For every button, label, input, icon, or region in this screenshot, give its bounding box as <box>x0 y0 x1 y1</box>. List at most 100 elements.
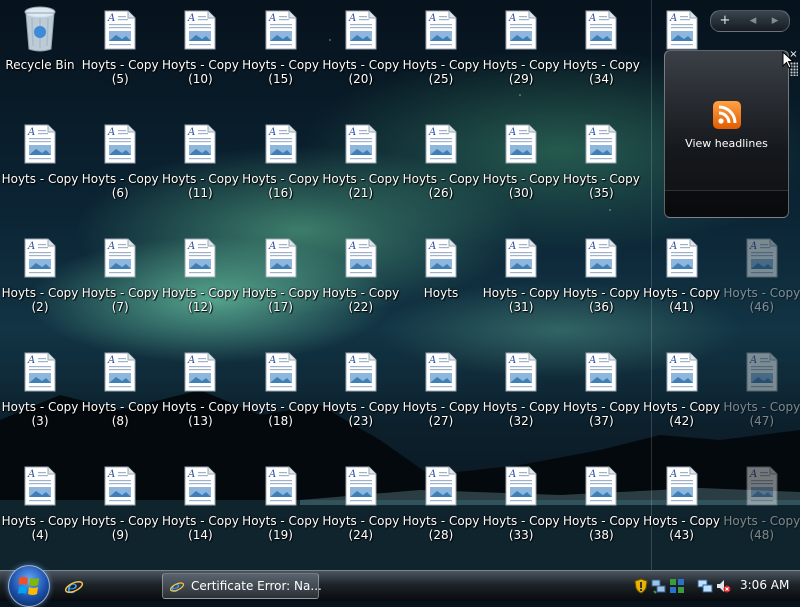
desktop-file-icon[interactable]: A Hoyts - Copy (10) <box>161 4 239 86</box>
desktop-file-icon[interactable]: A Hoyts - Copy (12) <box>161 232 239 314</box>
taskbar-button-certificate-error[interactable]: e Certificate Error: Na... <box>162 573 322 599</box>
file-name-line: Hoyts - Copy <box>81 286 159 300</box>
desktop-file-icon[interactable]: A Hoyts - Copy (27) <box>402 346 480 428</box>
desktop-file-icon[interactable]: A Hoyts - Copy (47) <box>723 346 800 428</box>
desktop-file-icon[interactable]: A Hoyts - Copy (28) <box>402 460 480 542</box>
desktop-file-icon[interactable]: A Hoyts - Copy (14) <box>161 460 239 542</box>
desktop-file-label: Hoyts - Copy <box>1 172 79 186</box>
svg-text:A: A <box>428 127 436 138</box>
file-name-line: Hoyts - Copy <box>242 514 319 528</box>
document-file-icon: A <box>425 352 457 392</box>
previous-gadget-page-button[interactable]: ◂ <box>741 12 765 30</box>
desktop-file-icon[interactable]: A Hoyts - Copy (36) <box>562 232 640 314</box>
start-button[interactable] <box>8 565 50 607</box>
document-file-icon: A <box>746 352 778 392</box>
file-name-line: Hoyts - Copy <box>482 514 560 528</box>
desktop-file-icon[interactable]: A Hoyts - Copy (19) <box>242 460 320 542</box>
svg-text:A: A <box>588 13 596 24</box>
recycle-bin[interactable]: Recycle Bin <box>1 4 79 84</box>
desktop-file-icon[interactable]: A Hoyts - Copy (32) <box>482 346 560 428</box>
add-gadget-button[interactable]: + <box>713 12 737 30</box>
file-name-line: Hoyts - Copy <box>161 58 239 72</box>
desktop-file-icon[interactable]: A Hoyts - Copy (31) <box>482 232 560 314</box>
document-file-icon: A <box>585 238 617 278</box>
document-file-icon: A <box>345 466 377 506</box>
desktop-file-icon[interactable]: A Hoyts - Copy (33) <box>482 460 560 542</box>
desktop-file-label: Hoyts - Copy (24) <box>322 514 400 542</box>
desktop-file-icon[interactable]: A Hoyts - Copy (23) <box>322 346 400 428</box>
recycle-bin-icon <box>24 6 56 52</box>
document-file-icon: A <box>184 352 216 392</box>
desktop-file-label: Hoyts - Copy (26) <box>402 172 480 200</box>
file-copy-number: (20) <box>348 72 374 86</box>
desktop-file-icon[interactable]: A Hoyts - Copy (43) <box>643 460 721 542</box>
system-clock[interactable]: 3:06 AM <box>740 578 789 592</box>
desktop-file-icon[interactable]: A Hoyts - Copy (34) <box>562 4 640 86</box>
desktop-file-icon[interactable]: A Hoyts - Copy (11) <box>161 118 239 200</box>
desktop-file-icon[interactable]: A Hoyts - Copy (25) <box>402 4 480 86</box>
svg-text:A: A <box>107 127 115 138</box>
desktop-file-icon[interactable]: A Hoyts - Copy (17) <box>242 232 320 314</box>
svg-text:A: A <box>428 241 436 252</box>
file-copy-number: (13) <box>188 414 213 428</box>
desktop-file-icon[interactable]: A Hoyts - Copy (26) <box>402 118 480 200</box>
desktop-file-icon[interactable]: A Hoyts - Copy (7) <box>81 232 159 314</box>
svg-text:A: A <box>27 469 35 480</box>
desktop-file-icon[interactable]: A Hoyts - Copy <box>1 118 79 198</box>
desktop-file-icon[interactable]: A Hoyts - Copy (48) <box>723 460 800 542</box>
desktop-file-icon[interactable]: A Hoyts - Copy (4) <box>1 460 79 542</box>
next-gadget-page-button[interactable]: ▸ <box>763 12 787 30</box>
recycle-bin-label: Recycle Bin <box>5 58 75 72</box>
svg-text:A: A <box>187 13 195 24</box>
svg-text:A: A <box>588 355 596 366</box>
desktop-file-icon[interactable]: A Hoyts - Copy (3) <box>1 346 79 428</box>
document-file-icon: A <box>104 238 136 278</box>
desktop-file-icon[interactable]: A Hoyts - Copy (20) <box>322 4 400 86</box>
security-shield-icon[interactable] <box>633 578 649 594</box>
desktop-file-icon[interactable]: A Hoyts - Copy (41) <box>643 232 721 314</box>
desktop-file-icon[interactable]: A Hoyts - Copy (30) <box>482 118 560 200</box>
desktop-file-icon[interactable]: A Hoyts - Copy (24) <box>322 460 400 542</box>
volume-muted-icon[interactable] <box>715 578 731 594</box>
file-copy-number: (46) <box>749 300 775 314</box>
network-icon[interactable] <box>651 578 667 594</box>
desktop-file-icon[interactable]: A Hoyts - Copy (13) <box>161 346 239 428</box>
desktop-file-icon[interactable]: A Hoyts - Copy (8) <box>81 346 159 428</box>
desktop-file-label: Hoyts - Copy (15) <box>242 58 320 86</box>
windows-defender-icon[interactable] <box>669 578 685 594</box>
desktop-file-icon[interactable]: A Hoyts - Copy (18) <box>242 346 320 428</box>
network-connection-icon[interactable] <box>697 578 713 594</box>
desktop-file-icon[interactable]: A Hoyts - Copy (9) <box>81 460 159 542</box>
desktop-file-icon[interactable]: A Hoyts - Copy (16) <box>242 118 320 200</box>
svg-text:A: A <box>348 13 356 24</box>
svg-text:A: A <box>268 469 276 480</box>
desktop-file-label: Hoyts - Copy (8) <box>81 400 159 428</box>
desktop-file-icon[interactable]: A Hoyts - Copy (5) <box>81 4 159 86</box>
svg-text:A: A <box>187 127 195 138</box>
desktop-file-icon[interactable]: A Hoyts - Copy (29) <box>482 4 560 86</box>
svg-text:A: A <box>268 241 276 252</box>
file-name-line: Hoyts - Copy <box>402 514 480 528</box>
file-copy-number: (32) <box>508 414 534 428</box>
file-name-line: Hoyts - Copy <box>161 172 239 186</box>
desktop-file-icon[interactable]: A Hoyts - Copy (6) <box>81 118 159 200</box>
desktop-file-icon[interactable]: A Hoyts - Copy (22) <box>322 232 400 314</box>
internet-explorer-quick-launch-icon[interactable]: e <box>64 576 84 596</box>
desktop-file-icon[interactable]: A Hoyts - Copy (15) <box>242 4 320 86</box>
desktop-file-label: Hoyts - Copy (9) <box>81 514 159 542</box>
feed-headlines-gadget[interactable]: View headlines <box>664 50 789 218</box>
document-file-icon: A <box>425 10 457 50</box>
desktop-file-icon[interactable]: A Hoyts - Copy (38) <box>562 460 640 542</box>
desktop-file-icon[interactable]: A Hoyts <box>402 232 480 312</box>
desktop-file-icon[interactable]: A Hoyts - Copy (37) <box>562 346 640 428</box>
desktop-file-icon[interactable]: A Hoyts - Copy (35) <box>562 118 640 200</box>
desktop-file-icon[interactable]: A Hoyts - Copy (21) <box>322 118 400 200</box>
desktop-file-icon[interactable]: A Hoyts - Copy (46) <box>723 232 800 314</box>
view-headlines-link[interactable]: View headlines <box>665 137 788 150</box>
document-file-icon: A <box>746 466 778 506</box>
document-file-icon: A <box>184 238 216 278</box>
file-copy-number: (38) <box>589 528 614 542</box>
file-name-line: Hoyts - Copy <box>482 58 560 72</box>
desktop-file-icon[interactable]: A Hoyts - Copy (42) <box>643 346 721 428</box>
desktop-file-icon[interactable]: A Hoyts - Copy (2) <box>1 232 79 314</box>
